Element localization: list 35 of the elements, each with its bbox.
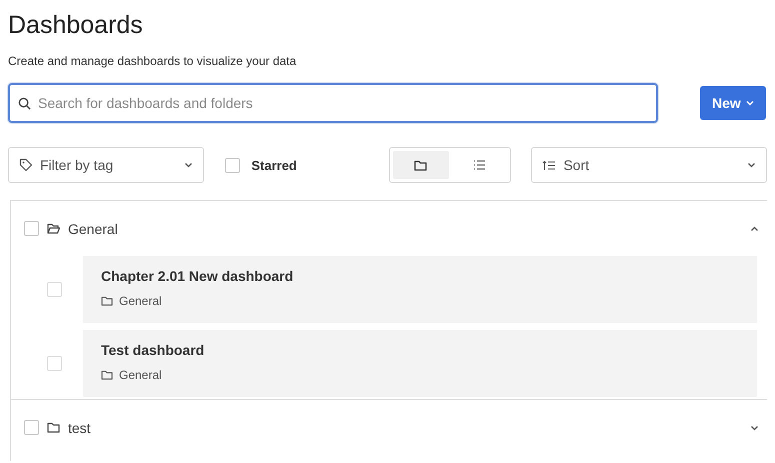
folder-icon	[47, 422, 60, 433]
folder-icon	[101, 370, 113, 380]
folder-icon	[414, 160, 428, 170]
dashboard-checkbox[interactable]	[47, 282, 62, 297]
chevron-down-icon	[747, 162, 756, 168]
starred-label: Starred	[251, 158, 297, 172]
tag-filter-select[interactable]: Filter by tag	[8, 147, 204, 183]
page-subtitle: Create and manage dashboards to visualize your data	[8, 54, 298, 68]
folder-checkbox[interactable]	[24, 221, 39, 236]
starred-checkbox[interactable]	[225, 158, 240, 172]
chevron-down-icon	[184, 162, 194, 168]
search-field[interactable]: Search for dashboards and folders	[8, 83, 658, 123]
folder-name: General	[68, 220, 118, 236]
folder-view-button[interactable]	[392, 151, 449, 179]
folder-label: General	[119, 294, 162, 308]
dashboard-checkbox[interactable]	[47, 356, 62, 371]
search-icon	[18, 97, 31, 110]
open-folder-icon	[47, 223, 60, 234]
caret-icon	[746, 100, 754, 106]
folder-row[interactable]: test	[11, 400, 767, 455]
dashboard-title: Chapter 2.01 New dashboard	[101, 268, 294, 284]
dashboard-title: Test dashboard	[101, 342, 206, 358]
sort-icon	[542, 160, 556, 170]
folder-label: General	[119, 368, 162, 382]
dashboard-card[interactable]: Test dashboard General	[83, 330, 757, 397]
new-button[interactable]: New	[700, 86, 766, 120]
page-title: Dashboards	[8, 10, 144, 41]
dashboard-card[interactable]: Chapter 2.01 New dashboard General	[83, 256, 757, 323]
folder-icon	[101, 296, 113, 306]
list-icon	[473, 160, 486, 170]
folder-name: test	[68, 420, 91, 436]
folder-checkbox[interactable]	[24, 420, 39, 435]
tag-icon	[19, 158, 33, 172]
folder-row[interactable]: General	[11, 201, 767, 256]
sort-select[interactable]: Sort	[531, 147, 767, 183]
